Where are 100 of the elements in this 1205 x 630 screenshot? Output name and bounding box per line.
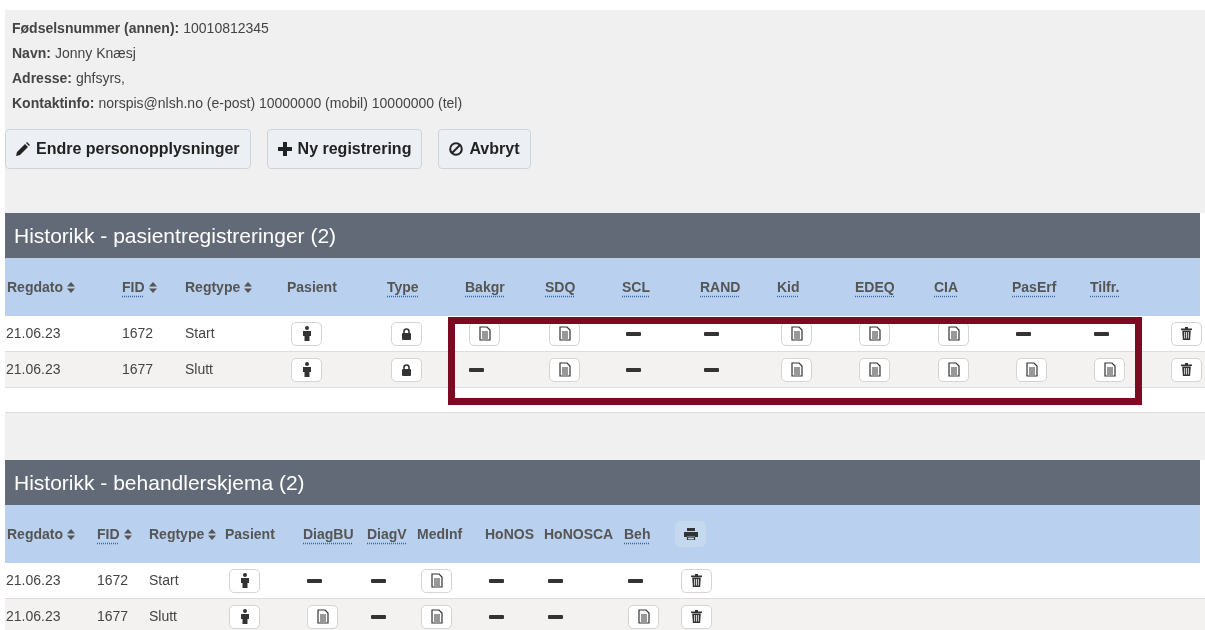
table-cell-text: Start xyxy=(148,571,179,590)
lock-button[interactable] xyxy=(391,357,422,382)
delete-button[interactable] xyxy=(681,568,712,593)
column-header: Kid xyxy=(777,277,800,297)
table-cell-text: 1672 xyxy=(96,571,129,590)
person-icon xyxy=(239,573,250,588)
column-header: Type xyxy=(387,277,419,297)
dash-icon xyxy=(489,614,504,619)
field-value: norspis@nlsh.no (e-post) 10000000 (mobil) 10000000 (tel) xyxy=(98,94,463,113)
lock-icon xyxy=(401,363,412,376)
pencil-icon xyxy=(16,142,30,156)
column-header: MedInf xyxy=(417,524,463,544)
column-header: SCL xyxy=(622,277,650,297)
section-title: Historikk - pasientregistreringer (2) xyxy=(14,222,337,249)
dash-icon xyxy=(371,614,386,619)
print-button[interactable] xyxy=(675,521,706,547)
column-header: CIA xyxy=(934,277,959,297)
field-value: ghfsyrs, xyxy=(75,69,125,88)
delete-button[interactable] xyxy=(1171,357,1202,382)
action-button[interactable]: Avbryt xyxy=(438,129,531,169)
dash-icon xyxy=(307,578,322,583)
plus-icon xyxy=(277,142,292,156)
column-header[interactable]: Regdato xyxy=(7,524,75,544)
table-cell-text: 21.06.23 xyxy=(5,571,61,590)
document-icon xyxy=(637,609,650,624)
printer-icon xyxy=(683,528,698,540)
document-icon xyxy=(1025,362,1038,377)
column-header: DiagBU xyxy=(303,524,354,544)
lock-button[interactable] xyxy=(391,321,422,346)
sort-icon xyxy=(148,281,157,293)
table-cell-text: Slutt xyxy=(148,607,177,626)
person-icon xyxy=(301,362,312,377)
sort-icon xyxy=(244,281,253,293)
document-icon xyxy=(558,326,571,341)
column-header: Tilfr. xyxy=(1090,277,1120,297)
table-cell-text: 21.06.23 xyxy=(5,324,61,343)
document-icon xyxy=(430,573,443,588)
dash-icon xyxy=(704,367,719,372)
table-cell-text: 1672 xyxy=(121,324,154,343)
document-icon xyxy=(430,609,443,624)
column-header: EDEQ xyxy=(855,277,895,297)
cancel-icon xyxy=(449,142,464,156)
dash-icon xyxy=(1016,331,1031,336)
column-header: Pasient xyxy=(287,277,337,297)
dash-icon xyxy=(489,578,504,583)
column-header: PasErf xyxy=(1012,277,1057,297)
table-cell-text: 1677 xyxy=(96,607,129,626)
table-cell-text: 21.06.23 xyxy=(5,607,61,626)
dash-icon xyxy=(704,331,719,336)
document-icon xyxy=(1103,362,1116,377)
document-icon xyxy=(868,326,881,341)
document-icon xyxy=(868,362,881,377)
trash-icon xyxy=(691,574,702,587)
person-icon xyxy=(301,326,312,341)
column-header: HoNOSCA xyxy=(544,524,614,544)
column-header[interactable]: Regdato xyxy=(7,277,75,297)
field-label: Navn: xyxy=(12,44,51,63)
column-header: Beh xyxy=(624,524,651,544)
dash-icon xyxy=(548,578,563,583)
column-header: Pasient xyxy=(225,524,275,544)
field-label: Kontaktinfo: xyxy=(12,94,95,113)
action-button[interactable]: Ny registrering xyxy=(266,129,423,169)
document-icon xyxy=(316,609,329,624)
delete-button[interactable] xyxy=(681,604,712,629)
action-button[interactable]: Endre personopplysninger xyxy=(5,129,251,169)
section-title: Historikk - behandlerskjema (2) xyxy=(14,469,305,496)
dash-icon xyxy=(626,331,641,336)
column-header: Bakgr xyxy=(465,277,505,297)
patient-button[interactable] xyxy=(291,321,322,346)
person-icon xyxy=(239,609,250,624)
trash-icon xyxy=(691,610,702,623)
delete-button[interactable] xyxy=(1171,321,1202,346)
dash-icon xyxy=(628,578,643,583)
column-header[interactable]: FID xyxy=(97,524,132,544)
document-icon xyxy=(947,326,960,341)
column-header[interactable]: FID xyxy=(122,277,157,297)
field-value: Jonny Knæsj xyxy=(54,44,136,63)
sort-icon xyxy=(67,281,75,293)
column-header: SDQ xyxy=(545,277,576,297)
document-icon xyxy=(478,326,491,341)
lock-icon xyxy=(401,327,412,340)
trash-icon xyxy=(1181,363,1192,376)
table-cell-text: 21.06.23 xyxy=(5,360,61,379)
column-header[interactable]: Regtype xyxy=(149,524,217,544)
column-header[interactable]: Regtype xyxy=(185,277,253,297)
document-icon xyxy=(790,362,803,377)
dash-icon xyxy=(626,367,641,372)
column-header: RAND xyxy=(700,277,741,297)
table-cell-text: Start xyxy=(184,324,215,343)
dash-icon xyxy=(469,367,484,372)
patient-button[interactable] xyxy=(229,604,260,629)
table-cell-text: 1677 xyxy=(121,360,154,379)
trash-icon xyxy=(1181,327,1192,340)
field-label: Fødselsnummer (annen): xyxy=(12,19,180,38)
column-header: HoNOS xyxy=(485,524,534,544)
document-icon xyxy=(790,326,803,341)
sort-icon xyxy=(67,528,75,540)
patient-button[interactable] xyxy=(291,357,322,382)
document-icon xyxy=(947,362,960,377)
patient-button[interactable] xyxy=(229,568,260,593)
